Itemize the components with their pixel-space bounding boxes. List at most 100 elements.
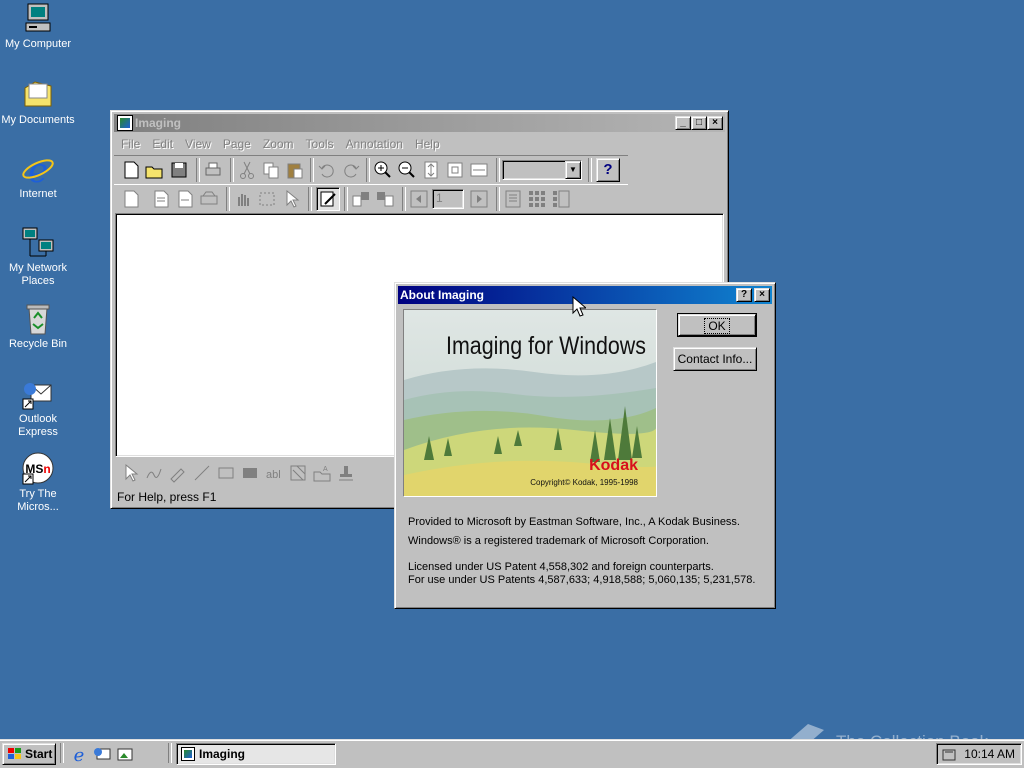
paste-icon[interactable] (284, 159, 306, 181)
page-thumbnail-view-icon[interactable] (550, 188, 572, 210)
recycle-bin-icon (21, 302, 55, 336)
scanner-icon[interactable] (198, 188, 220, 210)
kodak-logo: Kodak (589, 457, 638, 474)
desktop-icon-my-computer[interactable]: My Computer (0, 2, 76, 51)
hollow-rectangle-icon[interactable] (215, 462, 237, 484)
banner-image: Imaging for Windows Kodak Copyright© Kod… (403, 309, 657, 497)
taskbar: Start e Imaging 10:14 AM (0, 739, 1024, 768)
imaging-title: Imaging (135, 116, 182, 130)
menu-annotation[interactable]: Annotation (340, 135, 409, 153)
copy-icon[interactable] (260, 159, 282, 181)
one-page-view-icon[interactable] (502, 188, 524, 210)
zoom-in-icon[interactable] (372, 159, 394, 181)
menu-file[interactable]: File (115, 135, 146, 153)
computer-icon (21, 2, 55, 36)
quicklaunch-outlook-icon[interactable] (93, 745, 111, 763)
network-icon (21, 226, 55, 260)
internet-explorer-icon: e (21, 151, 55, 191)
zoom-out-icon[interactable] (396, 159, 418, 181)
best-fit-icon[interactable] (444, 159, 466, 181)
imaging-app-icon (117, 115, 133, 131)
help-icon[interactable]: ? (736, 288, 752, 302)
annotation-select-icon[interactable] (119, 462, 141, 484)
menu-tools[interactable]: Tools (300, 135, 340, 153)
desktop-icon-internet[interactable]: e Internet (0, 151, 76, 201)
attach-a-note-icon[interactable] (287, 462, 309, 484)
scheduler-icon[interactable] (941, 746, 959, 762)
annotation-toggle-icon[interactable] (316, 187, 340, 211)
select-rect-icon[interactable] (256, 188, 278, 210)
drag-hand-icon[interactable] (232, 188, 254, 210)
rotate-right-icon[interactable] (374, 188, 396, 210)
thumbnail-view-icon[interactable] (526, 188, 548, 210)
mouse-cursor-icon (572, 295, 588, 321)
typed-text-icon[interactable]: abl (263, 462, 285, 484)
minimize-button[interactable]: _ (675, 116, 691, 130)
start-button[interactable]: Start (2, 743, 56, 765)
fit-height-icon[interactable] (420, 159, 442, 181)
clock[interactable]: 10:14 AM (964, 747, 1015, 761)
page-icon[interactable] (120, 188, 142, 210)
scan-new-icon[interactable] (174, 188, 196, 210)
page-number-field[interactable]: 1 (432, 189, 464, 209)
previous-page-icon[interactable] (408, 188, 430, 210)
desktop-icon-recycle-bin[interactable]: Recycle Bin (0, 302, 76, 351)
desktop-icon-outlook[interactable]: Outlook Express (0, 377, 76, 439)
freehand-line-icon[interactable] (143, 462, 165, 484)
about-line-patent-license: Licensed under US Patent 4,558,302 and f… (408, 561, 714, 573)
print-icon[interactable] (202, 159, 224, 181)
new-icon[interactable] (120, 159, 142, 181)
desktop-icon-label: My Network Places (8, 262, 68, 287)
about-title: About Imaging (400, 288, 484, 302)
toolbar-imaging: 1 (114, 185, 574, 213)
imaging-titlebar[interactable]: Imaging _ □ × (114, 114, 725, 132)
fit-width-icon[interactable] (468, 159, 490, 181)
redo-icon[interactable] (340, 159, 362, 181)
text-from-file-icon[interactable]: A (311, 462, 333, 484)
desktop-icon-msn[interactable]: MSn Try The Micros... (0, 452, 76, 514)
about-line-patents: For use under US Patents 4,587,633; 4,91… (408, 574, 756, 586)
taskbar-imaging-button[interactable]: Imaging (176, 743, 336, 765)
about-line-provided: Provided to Microsoft by Eastman Softwar… (408, 516, 740, 528)
zoom-combo[interactable]: ▼ (502, 160, 582, 180)
desktop-icon-label: My Computer (4, 38, 72, 50)
menu-zoom[interactable]: Zoom (257, 135, 300, 153)
highlighter-icon[interactable] (167, 462, 189, 484)
close-icon[interactable]: × (754, 288, 770, 302)
quicklaunch-desktop-icon[interactable] (116, 745, 134, 763)
pointer-icon[interactable] (280, 188, 302, 210)
maximize-button[interactable]: □ (691, 116, 707, 130)
menu-help[interactable]: Help (409, 135, 446, 153)
about-text: Provided to Microsoft by Eastman Softwar… (408, 516, 768, 587)
menu-view[interactable]: View (179, 135, 217, 153)
close-button[interactable]: × (707, 116, 723, 130)
svg-text:abl: abl (266, 469, 281, 481)
outlook-express-icon (21, 377, 55, 411)
rubber-stamp-icon[interactable] (335, 462, 357, 484)
svg-text:A: A (323, 466, 328, 473)
contact-info-button[interactable]: Contact Info... (673, 347, 757, 371)
help-icon[interactable]: ? (596, 158, 620, 182)
cut-icon[interactable] (236, 159, 258, 181)
desktop-icon-my-documents[interactable]: My Documents (0, 78, 76, 127)
next-page-icon[interactable] (468, 188, 490, 210)
quicklaunch-ie-icon[interactable]: e (70, 745, 88, 766)
straight-line-icon[interactable] (191, 462, 213, 484)
desktop-icon-network[interactable]: My Network Places (0, 226, 76, 288)
menu-page[interactable]: Page (217, 135, 257, 153)
save-icon[interactable] (168, 159, 190, 181)
ok-button[interactable]: OK (677, 313, 757, 337)
rotate-left-icon[interactable] (350, 188, 372, 210)
undo-icon[interactable] (316, 159, 338, 181)
filled-rectangle-icon[interactable] (239, 462, 261, 484)
imaging-app-icon (181, 747, 195, 761)
chevron-down-icon[interactable]: ▼ (565, 161, 581, 179)
about-dialog: About Imaging ? × Imaging for Windows Ko… (394, 282, 776, 609)
banner-title-text: Imaging for Windows (446, 332, 646, 360)
scan-page-icon[interactable] (150, 188, 172, 210)
menu-edit[interactable]: Edit (146, 135, 179, 153)
open-icon[interactable] (144, 159, 166, 181)
banner-copyright: Copyright© Kodak, 1995-1998 (530, 478, 638, 487)
about-line-trademark: Windows® is a registered trademark of Mi… (408, 535, 709, 547)
desktop-icon-label: Try The Micros... (17, 488, 59, 513)
